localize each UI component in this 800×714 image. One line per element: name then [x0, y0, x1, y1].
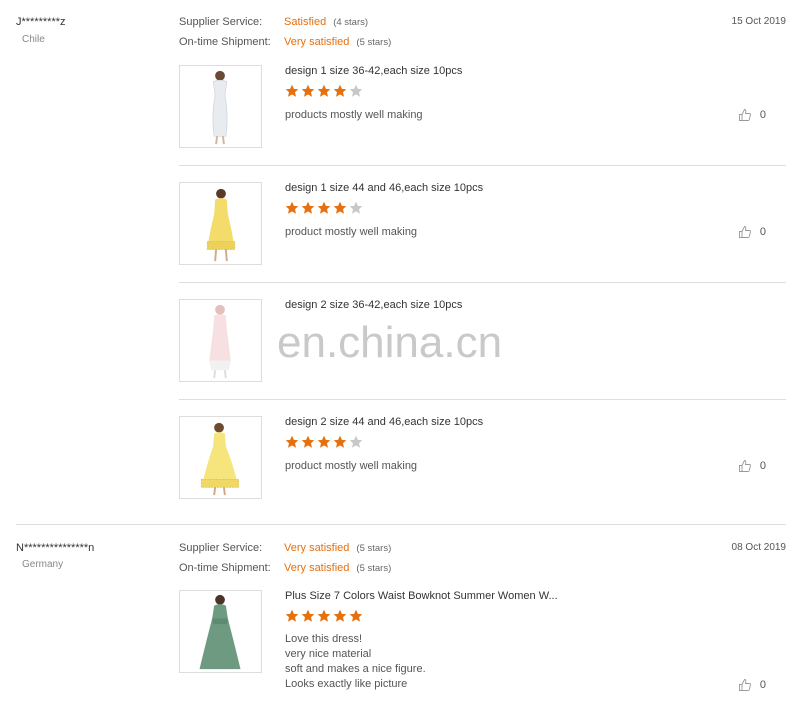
star-filled-icon [317, 609, 331, 623]
shipment-stars: (5 stars) [356, 562, 392, 574]
like-button[interactable]: 0 [738, 678, 766, 692]
star-filled-icon [285, 84, 299, 98]
item-divider [179, 282, 786, 283]
star-filled-icon [349, 609, 363, 623]
review-date: 08 Oct 2019 [731, 542, 786, 553]
item-divider [179, 165, 786, 166]
star-filled-icon [317, 84, 331, 98]
review-date: 15 Oct 2019 [731, 16, 786, 27]
item-comment: Love this dress! very nice material soft… [285, 633, 426, 690]
like-count: 0 [759, 679, 766, 691]
like-button[interactable]: 0 [738, 459, 766, 473]
review-item: Plus Size 7 Colors Waist Bowknot Summer … [179, 590, 786, 700]
star-filled-icon [333, 435, 347, 449]
shipment-label: On-time Shipment: [179, 36, 271, 48]
item-comment: product mostly well making [285, 460, 418, 472]
item-rating [285, 435, 363, 451]
thumbs-up-icon [738, 678, 752, 692]
item-title: design 2 size 44 and 46,each size 10pcs [285, 416, 484, 428]
item-rating [285, 84, 363, 100]
star-empty-icon [349, 201, 363, 215]
star-filled-icon [301, 609, 315, 623]
item-title: design 2 size 36-42,each size 10pcs [285, 299, 463, 311]
supplier-service-value: Very satisfied [284, 542, 350, 554]
watermark: en.china.cn [277, 318, 503, 367]
buyer-name: N***************n [16, 542, 95, 554]
thumbs-up-icon [738, 459, 752, 473]
supplier-service-stars: (5 stars) [356, 542, 392, 554]
star-filled-icon [285, 435, 299, 449]
like-button[interactable]: 0 [738, 108, 766, 122]
item-divider [179, 399, 786, 400]
item-rating [285, 201, 363, 217]
star-filled-icon [317, 435, 331, 449]
like-count: 0 [759, 226, 766, 238]
buyer-country: Germany [22, 559, 64, 570]
shipment-value: Very satisfied [284, 562, 350, 574]
star-filled-icon [333, 201, 347, 215]
like-count: 0 [759, 109, 766, 121]
star-filled-icon [333, 609, 347, 623]
product-thumbnail[interactable] [179, 299, 262, 382]
store-ratings: Supplier Service: Very satisfied (5 star… [179, 538, 391, 578]
review-item: design 1 size 44 and 46,each size 10pcs … [179, 182, 786, 266]
item-title: design 1 size 44 and 46,each size 10pcs [285, 182, 484, 194]
star-filled-icon [285, 609, 299, 623]
star-filled-icon [301, 201, 315, 215]
supplier-service-label: Supplier Service: [179, 16, 263, 28]
like-count: 0 [759, 460, 766, 472]
star-filled-icon [285, 201, 299, 215]
thumbs-up-icon [738, 225, 752, 239]
item-comment: products mostly well making [285, 109, 423, 121]
thumbs-up-icon [738, 108, 752, 122]
store-ratings: Supplier Service: Satisfied (4 stars) On… [179, 12, 391, 52]
supplier-service-label: Supplier Service: [179, 542, 263, 554]
item-title: Plus Size 7 Colors Waist Bowknot Summer … [285, 590, 558, 602]
buyer-name: J*********z [16, 16, 66, 28]
star-filled-icon [301, 84, 315, 98]
shipment-stars: (5 stars) [356, 36, 392, 48]
review-item: design 1 size 36-42,each size 10pcs prod… [179, 65, 786, 149]
star-filled-icon [333, 84, 347, 98]
product-thumbnail[interactable] [179, 65, 262, 148]
shipment-value: Very satisfied [284, 36, 350, 48]
star-filled-icon [317, 201, 331, 215]
item-rating [285, 609, 363, 625]
supplier-service-stars: (4 stars) [333, 16, 369, 28]
star-filled-icon [301, 435, 315, 449]
review-item: design 2 size 44 and 46,each size 10pcs … [179, 416, 786, 500]
product-thumbnail[interactable] [179, 416, 262, 499]
buyer-country: Chile [22, 34, 45, 45]
item-title: design 1 size 36-42,each size 10pcs [285, 65, 463, 77]
shipment-label: On-time Shipment: [179, 562, 271, 574]
item-comment: product mostly well making [285, 226, 418, 238]
star-empty-icon [349, 84, 363, 98]
product-thumbnail[interactable] [179, 182, 262, 265]
star-empty-icon [349, 435, 363, 449]
review-divider [16, 524, 786, 525]
product-thumbnail[interactable] [179, 590, 262, 673]
like-button[interactable]: 0 [738, 225, 766, 239]
supplier-service-value: Satisfied [284, 16, 327, 28]
